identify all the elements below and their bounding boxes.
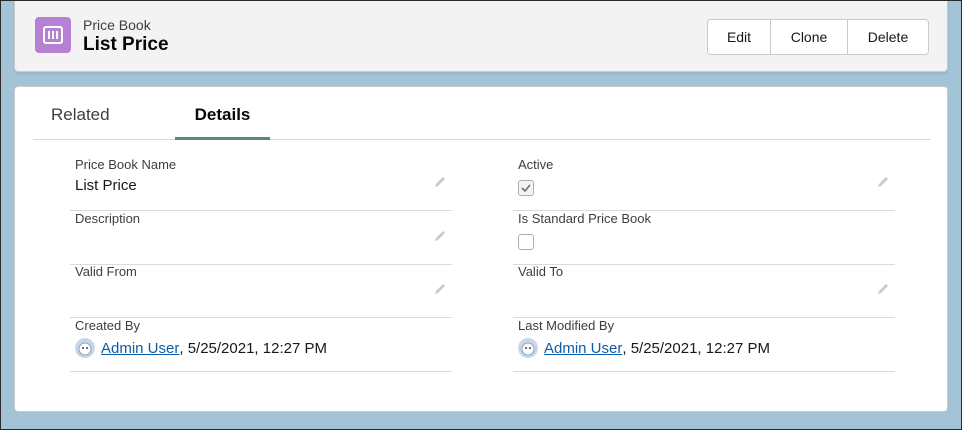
pricebook-icon: [35, 17, 71, 53]
pencil-icon[interactable]: [876, 175, 890, 189]
field-description: Description: [70, 211, 452, 265]
record-header: Price Book List Price Edit Clone Delete: [14, 0, 948, 72]
pencil-icon[interactable]: [876, 282, 890, 296]
created-by-timestamp: , 5/25/2021, 12:27 PM: [179, 339, 327, 357]
active-checkbox: [518, 180, 534, 196]
user-avatar-icon: [75, 338, 95, 358]
pencil-icon[interactable]: [433, 229, 447, 243]
action-button-group: Edit Clone Delete: [707, 19, 929, 55]
field-label: Active: [518, 157, 554, 172]
created-by-value: Admin User, 5/25/2021, 12:27 PM: [75, 338, 327, 358]
field-valid-to: Valid To: [513, 264, 895, 318]
last-modified-by-timestamp: , 5/25/2021, 12:27 PM: [622, 339, 770, 357]
is-standard-checkbox: [518, 234, 534, 250]
last-modified-by-value: Admin User, 5/25/2021, 12:27 PM: [518, 338, 770, 358]
object-label: Price Book: [83, 17, 151, 33]
details-card: Related Details Price Book Name List Pri…: [14, 86, 948, 412]
field-last-modified-by: Last Modified By Admin User, 5/25/2021, …: [513, 318, 895, 372]
tab-details[interactable]: Details: [175, 105, 270, 140]
active-tab-indicator: [175, 137, 270, 140]
field-label: Price Book Name: [75, 157, 177, 172]
field-label: Created By: [75, 318, 141, 333]
field-valid-from: Valid From: [70, 264, 452, 318]
field-created-by: Created By Admin User, 5/25/2021, 12:27 …: [70, 318, 452, 372]
price-book-name-value: List Price: [75, 177, 137, 194]
field-active: Active: [513, 157, 895, 211]
pencil-icon[interactable]: [433, 282, 447, 296]
field-label: Valid To: [518, 264, 564, 279]
field-label: Description: [75, 211, 141, 226]
field-label: Valid From: [75, 264, 137, 279]
field-label: Is Standard Price Book: [518, 211, 651, 226]
last-modified-by-user-link[interactable]: Admin User: [544, 340, 622, 357]
pencil-icon[interactable]: [433, 175, 447, 189]
record-title: List Price: [83, 34, 169, 55]
field-is-standard-price-book: Is Standard Price Book: [513, 211, 895, 265]
checkmark-icon: [521, 184, 531, 193]
field-price-book-name: Price Book Name List Price: [70, 157, 452, 211]
tab-related[interactable]: Related: [51, 105, 110, 140]
tab-bar: Related Details: [33, 87, 931, 140]
created-by-user-link[interactable]: Admin User: [101, 340, 179, 357]
delete-button[interactable]: Delete: [847, 20, 928, 54]
field-label: Last Modified By: [518, 318, 615, 333]
user-avatar-icon: [518, 338, 538, 358]
clone-button[interactable]: Clone: [770, 20, 847, 54]
edit-button[interactable]: Edit: [708, 20, 770, 54]
